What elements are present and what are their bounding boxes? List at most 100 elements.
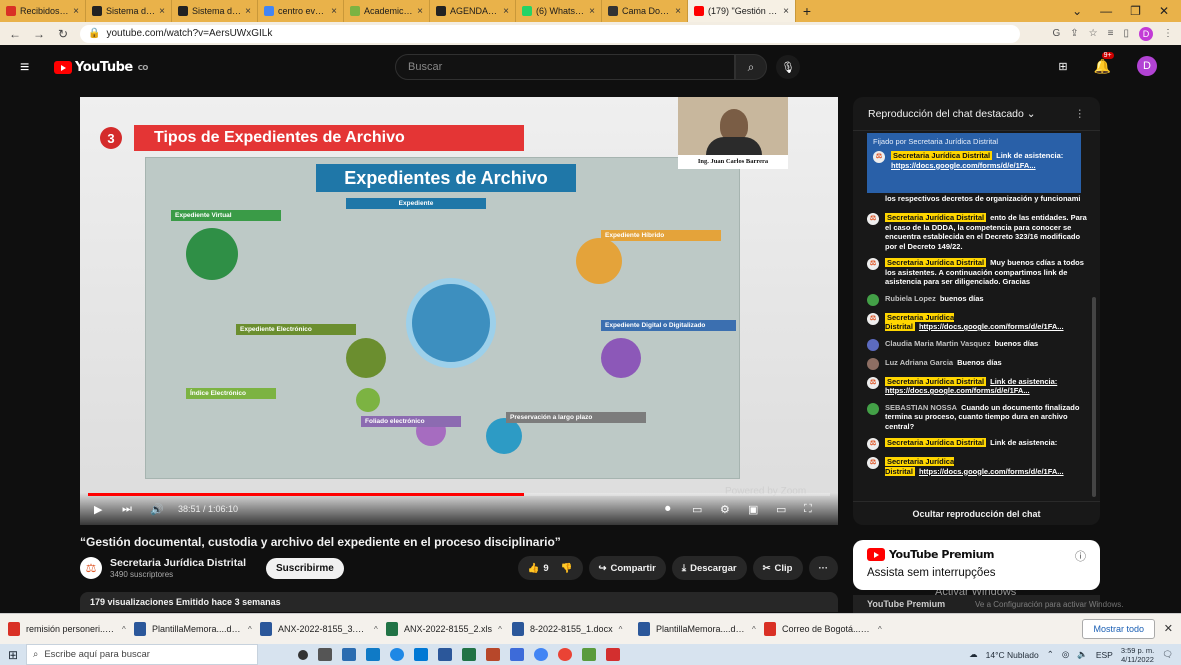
notifications-bell-icon[interactable]: 🔔 9+	[1094, 51, 1114, 75]
youtube-logo[interactable]: YouTube CO	[54, 60, 148, 75]
excel-icon[interactable]	[462, 648, 476, 661]
theater-mode-icon[interactable]: ▭	[776, 503, 786, 516]
maximize-button[interactable]: ❐	[1130, 4, 1141, 18]
next-icon[interactable]: ⏭	[122, 503, 132, 516]
share-icon[interactable]: ⇪	[1070, 28, 1078, 39]
pinned-message[interactable]: Fijado por Secretaria Jurídica Distrital…	[867, 133, 1081, 193]
browser-tab[interactable]: Recibidos (1157) - dy×	[0, 0, 86, 22]
create-video-icon[interactable]: ⊞	[1058, 60, 1067, 73]
tab-search-icon[interactable]: ⌄	[1072, 4, 1082, 18]
account-avatar[interactable]: D	[1137, 56, 1157, 76]
chevron-up-icon[interactable]: ^	[248, 625, 252, 634]
chat-mode-selector[interactable]: Reproducción del chat destacado ⌄	[868, 108, 1036, 120]
browser-tab[interactable]: Sistema de Gestión D ×	[172, 0, 258, 22]
bookmark-star-icon[interactable]: ☆	[1089, 28, 1098, 39]
language-indicator[interactable]: ESP	[1096, 650, 1113, 660]
volume-icon[interactable]: 🔊	[150, 503, 164, 516]
close-tab-icon[interactable]: ×	[783, 6, 789, 17]
clip-button[interactable]: ✂ Clip	[752, 556, 803, 580]
download-button[interactable]: ⤓ Descargar	[671, 556, 747, 580]
taskbar-search[interactable]: ⌕ Escribe aquí para buscar	[26, 644, 258, 665]
store-icon[interactable]	[342, 648, 356, 661]
video-player[interactable]: 3 Tipos de Expedientes de Archivo Expedi…	[80, 97, 838, 525]
windows-start-icon[interactable]: ⊞	[0, 648, 26, 662]
weather-text[interactable]: 14°C Nublado	[986, 650, 1039, 660]
powerpoint-icon[interactable]	[486, 648, 500, 661]
outlook-icon[interactable]	[414, 648, 428, 661]
search-input[interactable]: Buscar	[395, 54, 735, 80]
subtitles-icon[interactable]: ▭	[692, 503, 702, 516]
reload-icon[interactable]: ↻	[56, 27, 70, 41]
task-view-icon[interactable]	[318, 648, 332, 661]
close-tab-icon[interactable]: ×	[245, 6, 251, 17]
thumb-down-icon[interactable]: 👎	[561, 563, 573, 574]
app-icon[interactable]	[510, 648, 524, 661]
download-item[interactable]: 8-2022-8155_1.docx ^	[512, 622, 638, 636]
close-tab-icon[interactable]: ×	[73, 6, 79, 17]
files-icon[interactable]	[582, 648, 596, 661]
chat-menu-icon[interactable]: ⋮	[1075, 108, 1086, 120]
tray-arrow-icon[interactable]: ⌃	[1047, 649, 1054, 660]
extensions-icon[interactable]: ≡	[1108, 28, 1114, 39]
browser-tab[interactable]: Cama Dokka Acento ×	[602, 0, 688, 22]
download-item[interactable]: PlantillaMemora....docx ^	[638, 622, 764, 636]
close-tab-icon[interactable]: ×	[159, 6, 165, 17]
chrome-profile-icon[interactable]	[558, 648, 572, 661]
download-item[interactable]: ANX-2022-8155_3.doc ^	[260, 622, 386, 636]
download-item[interactable]: Correo de Bogotá....pdf ^	[764, 622, 890, 636]
download-item[interactable]: ANX-2022-8155_2.xls ^	[386, 622, 512, 636]
close-tab-icon[interactable]: ×	[503, 6, 509, 17]
word-icon[interactable]	[438, 648, 452, 661]
description-box[interactable]: 179 visualizaciones Emitido hace 3 seman…	[80, 592, 838, 612]
close-window-button[interactable]: ✕	[1159, 4, 1169, 18]
hamburger-menu-icon[interactable]: ≡	[20, 59, 34, 77]
like-button[interactable]: 👍 9 👎	[517, 556, 583, 580]
chevron-up-icon[interactable]: ^	[122, 625, 126, 634]
new-tab-button[interactable]: +	[796, 3, 818, 19]
close-tab-icon[interactable]: ×	[417, 6, 423, 17]
minimize-button[interactable]: —	[1100, 4, 1112, 18]
edge-icon[interactable]	[390, 648, 404, 661]
progress-bar[interactable]	[88, 493, 830, 496]
chevron-up-icon[interactable]: ^	[878, 625, 882, 634]
volume-tray-icon[interactable]: 🔈	[1077, 649, 1088, 660]
close-downloads-icon[interactable]: ✕	[1164, 622, 1173, 635]
chevron-up-icon[interactable]: ^	[619, 625, 623, 634]
chevron-up-icon[interactable]: ^	[374, 625, 378, 634]
download-item[interactable]: remisión personeri....pdf ^	[8, 622, 134, 636]
download-item[interactable]: PlantillaMemora....docx ^	[134, 622, 260, 636]
fullscreen-icon[interactable]: ⛶	[804, 503, 812, 516]
miniplayer-icon[interactable]: ▣	[748, 503, 758, 516]
premium-promo[interactable]: YouTube Premium Assista sem interrupções…	[853, 540, 1100, 590]
browser-tab[interactable]: centro eventos valle×	[258, 0, 344, 22]
settings-gear-icon[interactable]: ⚙	[720, 503, 730, 516]
channel-name[interactable]: Secretaria Jurídica Distrital	[110, 557, 246, 569]
acrobat-icon[interactable]	[606, 648, 620, 661]
back-icon[interactable]: ←	[8, 27, 22, 41]
browser-tab[interactable]: Sistema de Gestión D ×	[86, 0, 172, 22]
cortana-icon[interactable]	[298, 649, 308, 660]
browser-tab[interactable]: AGENDAS-HORIZONT ×	[430, 0, 516, 22]
browser-tab[interactable]: Academica | Cannabis×	[344, 0, 430, 22]
pinned-link[interactable]: https://docs.google.com/forms/d/e/1FA...	[891, 161, 1036, 170]
chrome-icon[interactable]	[534, 648, 548, 661]
mail-icon[interactable]	[366, 648, 380, 661]
close-tab-icon[interactable]: ×	[331, 6, 337, 17]
hide-chat-button[interactable]: Ocultar reproducción del chat	[853, 501, 1100, 525]
chat-scrollbar[interactable]	[1092, 297, 1096, 497]
sidepanel-icon[interactable]: ▯	[1123, 28, 1129, 39]
chevron-up-icon[interactable]: ^	[752, 625, 756, 634]
clock[interactable]: 3:59 p. m. 4/11/2022	[1121, 646, 1154, 664]
url-field[interactable]: 🔒 youtube.com/watch?v=AersUWxGILk	[80, 24, 1020, 43]
autoplay-toggle[interactable]: ⏺	[665, 503, 671, 516]
forward-icon[interactable]: →	[32, 27, 46, 41]
notification-center-icon[interactable]: 🗨	[1162, 649, 1173, 660]
close-tab-icon[interactable]: ×	[675, 6, 681, 17]
show-all-button[interactable]: Mostrar todo	[1082, 619, 1155, 639]
voice-search-button[interactable]: 🎙	[776, 55, 800, 79]
network-icon[interactable]: ◎	[1062, 649, 1069, 660]
chevron-up-icon[interactable]: ^	[498, 625, 502, 634]
subscribe-button[interactable]: Suscribirme	[265, 557, 344, 579]
browser-menu-icon[interactable]: ⋮	[1163, 28, 1173, 39]
close-tab-icon[interactable]: ×	[589, 6, 595, 17]
